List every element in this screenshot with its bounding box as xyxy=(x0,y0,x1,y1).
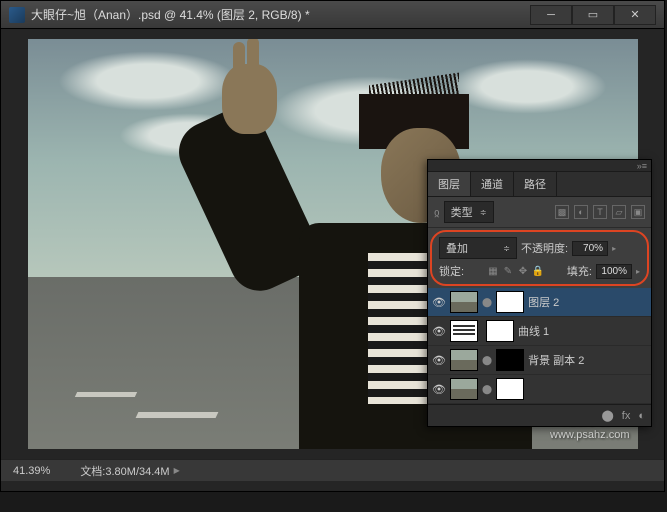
layer-row[interactable]: 👁 ⬤ xyxy=(428,375,651,404)
panel-menu-icon[interactable]: »≡ xyxy=(637,161,647,171)
document-title: 大眼仔~旭（Anan）.psd @ 41.4% (图层 2, RGB/8) * xyxy=(31,6,530,23)
layer-name[interactable]: 曲线 1 xyxy=(518,323,647,339)
panel-tabs: 图层 通道 路径 xyxy=(428,172,651,197)
filter-row: ჲ 类型 ≑ ▩ ◐ T ▱ ▣ xyxy=(428,197,651,228)
search-icon: ჲ xyxy=(434,206,440,219)
titlebar: 大眼仔~旭（Anan）.psd @ 41.4% (图层 2, RGB/8) * … xyxy=(1,1,664,29)
fill-value[interactable]: 100% xyxy=(596,264,632,279)
filter-shape-icon[interactable]: ▱ xyxy=(612,205,626,219)
panel-header[interactable]: »≡ xyxy=(428,160,651,172)
link-icon: ⬤ xyxy=(482,384,492,395)
blend-mode-dropdown[interactable]: 叠加 ≑ xyxy=(439,237,517,259)
app-window: 大眼仔~旭（Anan）.psd @ 41.4% (图层 2, RGB/8) * … xyxy=(0,0,665,492)
photo-road-marking xyxy=(75,392,137,397)
canvas-area: PS爱好者 www.psahz.com »≡ 图层 通道 路径 ჲ 类型 ≑ ▩ xyxy=(1,29,664,459)
mask-button-icon[interactable]: ◐ xyxy=(638,410,645,422)
zoom-value: 41.39% xyxy=(13,465,50,477)
tab-paths[interactable]: 路径 xyxy=(514,172,557,196)
minimize-button[interactable]: ─ xyxy=(530,5,572,25)
mask-thumbnail[interactable] xyxy=(496,291,524,313)
mask-thumbnail[interactable] xyxy=(486,320,514,342)
link-icon: ⬤ xyxy=(482,297,492,308)
opacity-stepper-icon[interactable]: ▸ xyxy=(612,244,616,253)
filter-smart-icon[interactable]: ▣ xyxy=(631,205,645,219)
chevron-icon: ≑ xyxy=(503,244,510,253)
statusbar: 41.39% 文档:3.80M/34.4M ▶ xyxy=(1,459,664,481)
filter-type-icon[interactable]: T xyxy=(593,205,607,219)
layer-row[interactable]: 👁 ⬤ 图层 2 xyxy=(428,288,651,317)
doc-size-value: 文档:3.80M/34.4M xyxy=(80,463,169,479)
lock-all-icon[interactable]: 🔒 xyxy=(532,265,544,277)
photo-peace-sign xyxy=(233,42,245,87)
visibility-icon[interactable]: 👁 xyxy=(432,295,446,309)
photo-cloud xyxy=(58,51,238,111)
visibility-icon[interactable]: 👁 xyxy=(432,382,446,396)
lock-transparent-icon[interactable]: ▦ xyxy=(487,265,499,277)
lock-pixels-icon[interactable]: ✎ xyxy=(502,265,514,277)
lock-label: 锁定: xyxy=(439,263,464,279)
layers-panel: »≡ 图层 通道 路径 ჲ 类型 ≑ ▩ ◐ T ▱ ▣ xyxy=(427,159,652,427)
layer-thumbnail[interactable] xyxy=(450,378,478,400)
link-icon: ⬤ xyxy=(482,355,492,366)
opacity-value[interactable]: 70% xyxy=(572,241,608,256)
photo-road-marking xyxy=(136,412,219,418)
photo-hand xyxy=(222,64,277,134)
fx-button[interactable]: fx xyxy=(622,410,631,422)
filter-pixel-icon[interactable]: ▩ xyxy=(555,205,569,219)
layer-thumbnail[interactable] xyxy=(450,349,478,371)
highlighted-region: 叠加 ≑ 不透明度: 70% ▸ 锁定: ▦ ✎ ✥ 🔒 填充: xyxy=(430,230,649,286)
chevron-icon: ≑ xyxy=(480,208,487,217)
fill-stepper-icon[interactable]: ▸ xyxy=(636,267,640,276)
layer-thumbnail[interactable] xyxy=(450,291,478,313)
chevron-icon: ▶ xyxy=(174,466,180,475)
link-layers-icon[interactable]: ⬤ xyxy=(601,409,613,422)
close-button[interactable]: ✕ xyxy=(614,5,656,25)
visibility-icon[interactable]: 👁 xyxy=(432,324,446,338)
filter-adjust-icon[interactable]: ◐ xyxy=(574,205,588,219)
maximize-button[interactable]: ▭ xyxy=(572,5,614,25)
layer-row[interactable]: 👁 曲线 1 xyxy=(428,317,651,346)
kind-dropdown[interactable]: 类型 ≑ xyxy=(444,201,494,223)
app-icon xyxy=(9,7,25,23)
layer-row[interactable]: 👁 ⬤ 背景 副本 2 xyxy=(428,346,651,375)
mask-thumbnail[interactable] xyxy=(496,349,524,371)
doc-info[interactable]: 文档:3.80M/34.4M ▶ xyxy=(80,463,179,479)
tab-channels[interactable]: 通道 xyxy=(471,172,514,196)
opacity-label: 不透明度: xyxy=(521,240,568,256)
lock-position-icon[interactable]: ✥ xyxy=(517,265,529,277)
panel-footer: ⬤ fx ◐ xyxy=(428,404,651,426)
blend-mode-value: 叠加 xyxy=(446,240,468,256)
tab-layers[interactable]: 图层 xyxy=(428,172,471,196)
layer-list: 👁 ⬤ 图层 2 👁 曲线 1 👁 ⬤ xyxy=(428,288,651,404)
kind-label: 类型 xyxy=(451,204,473,220)
watermark-url: www.psahz.com xyxy=(550,429,629,441)
zoom-level[interactable]: 41.39% xyxy=(13,465,50,477)
layer-name[interactable]: 背景 副本 2 xyxy=(528,352,647,368)
adjustment-thumbnail[interactable] xyxy=(450,320,478,342)
mask-thumbnail[interactable] xyxy=(496,378,524,400)
fill-label: 填充: xyxy=(567,263,592,279)
layer-name[interactable]: 图层 2 xyxy=(528,294,647,310)
visibility-icon[interactable]: 👁 xyxy=(432,353,446,367)
